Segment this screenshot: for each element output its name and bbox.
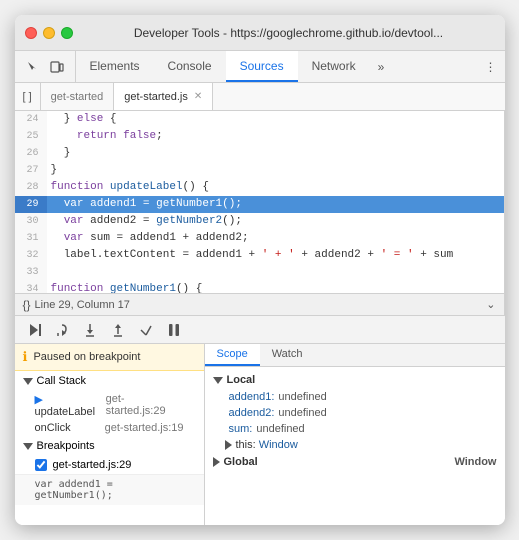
status-bar: {} Line 29, Column 17 ⌄	[15, 293, 504, 315]
code-line-28: 28 function updateLabel() {	[15, 179, 504, 196]
breakpoint-code-preview: var addend1 = getNumber1();	[15, 474, 204, 505]
scope-tab-bar: Scope Watch	[205, 344, 505, 367]
callstack-fn-1: onClick	[35, 422, 71, 434]
tab-console[interactable]: Console	[154, 51, 226, 82]
pause-on-exceptions-button[interactable]	[163, 319, 185, 341]
global-scope-value: Window	[454, 456, 496, 468]
bottom-panel: ℹ Paused on breakpoint Call Stack update…	[15, 315, 505, 525]
code-editor[interactable]: 24 } else { 25 return false; 26 } 27 } 2	[15, 111, 504, 293]
file-tab-get-started-js[interactable]: get-started.js ✕	[114, 83, 213, 110]
debugger-left-panel: ℹ Paused on breakpoint Call Stack update…	[15, 344, 205, 525]
tab-icons	[15, 51, 76, 82]
more-tabs-button[interactable]: »	[370, 51, 393, 82]
call-stack-header[interactable]: Call Stack	[15, 371, 204, 391]
title-bar: Developer Tools - https://googlechrome.g…	[15, 15, 505, 51]
inspect-icon[interactable]	[23, 57, 43, 77]
code-line-32: 32 label.textContent = addend1 + ' + ' +…	[15, 247, 504, 264]
devtools-window: Developer Tools - https://googlechrome.g…	[15, 15, 505, 525]
file-tab-get-started[interactable]: get-started	[41, 83, 115, 110]
chevron-down-icon-local	[213, 377, 223, 384]
scope-var-name-addend1: addend1:	[229, 391, 275, 403]
code-line-24: 24 } else {	[15, 111, 504, 128]
code-line-29: 29 var addend1 = getNumber1();	[15, 196, 504, 213]
code-line-30: 30 var addend2 = getNumber2();	[15, 213, 504, 230]
file-navigator-icon[interactable]: [ ]	[15, 83, 41, 110]
local-scope-header[interactable]: Local	[205, 371, 505, 389]
scope-tab[interactable]: Scope	[205, 344, 260, 366]
step-over-button[interactable]	[51, 319, 73, 341]
close-button[interactable]	[25, 27, 37, 39]
scope-var-name-sum: sum:	[229, 423, 253, 435]
chevron-right-icon-global	[213, 457, 220, 467]
chevron-down-icon-bp	[23, 443, 33, 450]
call-stack-label: Call Stack	[37, 375, 87, 387]
scope-content: Local addend1: undefined addend2: undefi…	[205, 367, 505, 475]
bottom-split: ℹ Paused on breakpoint Call Stack update…	[15, 344, 505, 525]
code-line-31: 31 var sum = addend1 + addend2;	[15, 230, 504, 247]
tab-elements[interactable]: Elements	[76, 51, 154, 82]
traffic-lights	[25, 27, 73, 39]
scope-var-sum: sum: undefined	[205, 421, 505, 437]
breakpoints-label: Breakpoints	[37, 440, 95, 452]
info-icon: ℹ	[23, 349, 28, 365]
scope-var-addend1: addend1: undefined	[205, 389, 505, 405]
devtools-menu-button[interactable]: ⋮	[477, 51, 505, 82]
code-line-26: 26 }	[15, 145, 504, 162]
breakpoint-file-0: get-started.js:29	[53, 459, 132, 471]
maximize-button[interactable]	[61, 27, 73, 39]
step-into-button[interactable]	[79, 319, 101, 341]
global-scope-header[interactable]: Global Window	[205, 453, 505, 471]
chevron-down-icon	[23, 378, 33, 385]
window-title: Developer Tools - https://googlechrome.g…	[83, 26, 495, 40]
callstack-item-1[interactable]: onClick get-started.js:19	[15, 420, 204, 436]
global-scope-label: Global	[224, 456, 258, 468]
breakpoints-section: Breakpoints get-started.js:29 var addend…	[15, 436, 204, 505]
code-panel: 24 } else { 25 return false; 26 } 27 } 2	[15, 111, 505, 315]
debugger-right-panel: Scope Watch Local addend1: undefined	[205, 344, 505, 525]
deactivate-breakpoints-button[interactable]	[135, 319, 157, 341]
cursor-position: Line 29, Column 17	[35, 299, 130, 311]
breakpoint-item-0: get-started.js:29	[15, 456, 204, 474]
call-stack-section: Call Stack updateLabel get-started.js:29…	[15, 371, 204, 436]
local-scope-label: Local	[227, 374, 256, 386]
scope-var-val-addend1: undefined	[278, 391, 326, 403]
breakpoints-header[interactable]: Breakpoints	[15, 436, 204, 456]
code-line-25: 25 return false;	[15, 128, 504, 145]
tab-sources[interactable]: Sources	[226, 51, 298, 82]
top-tab-bar: Elements Console Sources Network » ⋮	[15, 51, 505, 83]
file-tab-close-icon[interactable]: ✕	[194, 91, 202, 102]
resume-button[interactable]	[23, 319, 45, 341]
tab-network[interactable]: Network	[298, 51, 370, 82]
scope-var-name-addend2: addend2:	[229, 407, 275, 419]
scope-this-label: this: Window	[236, 439, 298, 451]
minimize-button[interactable]	[43, 27, 55, 39]
debugger-toolbar	[15, 316, 505, 344]
scope-var-val-addend2: undefined	[278, 407, 326, 419]
step-out-button[interactable]	[107, 319, 129, 341]
callstack-item-0[interactable]: updateLabel get-started.js:29	[15, 391, 204, 420]
callstack-file-1: get-started.js:19	[105, 422, 184, 434]
code-line-33: 33	[15, 264, 504, 281]
scope-var-val-sum: undefined	[256, 423, 304, 435]
scope-this-expandable[interactable]: this: Window	[205, 437, 505, 453]
pause-banner: ℹ Paused on breakpoint	[15, 344, 204, 371]
device-icon[interactable]	[47, 57, 67, 77]
resize-handle[interactable]: ⌄	[486, 298, 495, 311]
main-area: 24 } else { 25 return false; 26 } 27 } 2	[15, 111, 505, 315]
callstack-fn-0: updateLabel	[35, 393, 106, 418]
code-line-27: 27 }	[15, 162, 504, 179]
callstack-file-0: get-started.js:29	[106, 393, 184, 418]
curly-braces-icon: {}	[23, 298, 31, 312]
file-tab-bar: [ ] get-started get-started.js ✕	[15, 83, 505, 111]
scope-var-addend2: addend2: undefined	[205, 405, 505, 421]
code-line-34: 34 function getNumber1() {	[15, 281, 504, 293]
chevron-right-icon-this	[225, 440, 232, 450]
breakpoint-checkbox-0[interactable]	[35, 459, 47, 471]
watch-tab[interactable]: Watch	[260, 344, 315, 366]
pause-message: Paused on breakpoint	[33, 351, 140, 363]
